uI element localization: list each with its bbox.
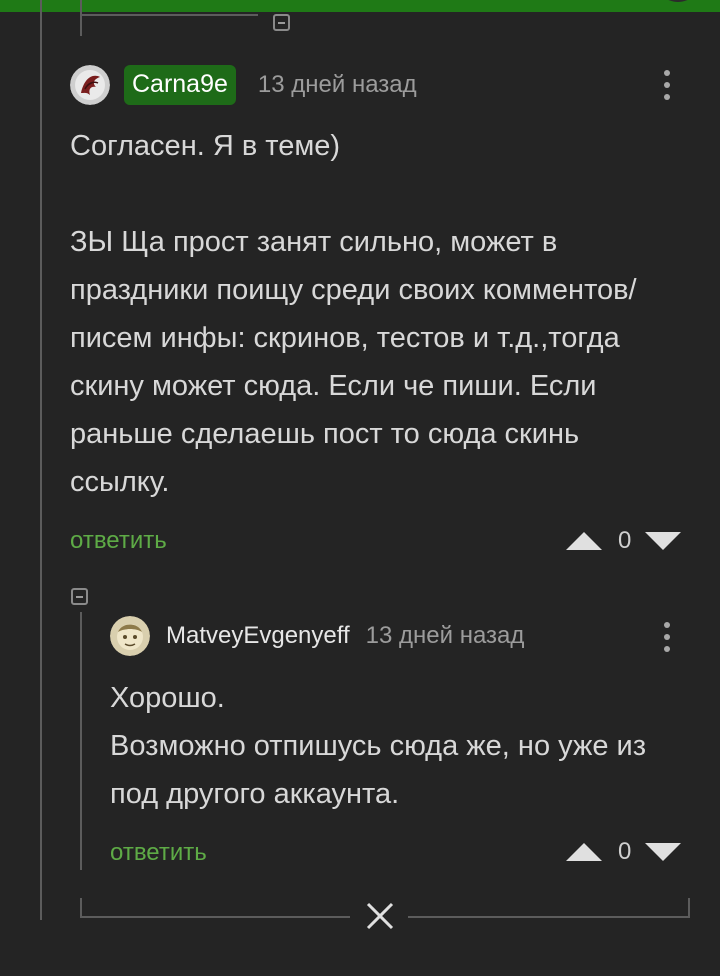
collapse-thread-button[interactable] — [273, 14, 290, 31]
more-options-icon[interactable] — [662, 622, 672, 658]
downvote-icon[interactable] — [645, 532, 682, 550]
thread-end-line-right-vertical — [688, 898, 690, 918]
downvote-icon[interactable] — [645, 843, 682, 861]
thread-end-line-right — [408, 916, 690, 918]
upvote-icon[interactable] — [566, 532, 602, 550]
thread-line-reply — [80, 612, 82, 870]
rating-count: 0 — [618, 527, 632, 554]
more-options-icon[interactable] — [662, 70, 672, 106]
top-bar — [0, 0, 720, 12]
avatar-image — [110, 616, 150, 656]
avatar[interactable] — [70, 65, 110, 105]
thread-end-line-left-vertical — [80, 898, 82, 918]
reply-button[interactable]: ответить — [110, 839, 207, 867]
comment-rating: 0 — [566, 837, 682, 867]
avatar-image — [70, 65, 110, 105]
rating-count: 0 — [618, 838, 632, 865]
close-thread-icon[interactable] — [360, 896, 400, 936]
thread-end-line-left — [80, 916, 350, 918]
comment-author[interactable]: MatveyEvgenyeff — [166, 622, 350, 650]
comment-rating: 0 — [566, 526, 682, 556]
comment-time[interactable]: 13 дней назад — [258, 71, 417, 99]
collapse-thread-button[interactable] — [71, 588, 88, 605]
upvote-icon[interactable] — [566, 843, 602, 861]
reply-button[interactable]: ответить — [70, 527, 167, 555]
comment-time[interactable]: 13 дней назад — [366, 622, 525, 650]
thread-line-parent-bottom — [80, 14, 258, 16]
comment-text: Согласен. Я в теме) ЗЫ Ща прост занят си… — [70, 130, 637, 498]
thread-line-outer — [40, 0, 42, 920]
avatar[interactable] — [110, 616, 150, 656]
comment-author[interactable]: Carna9e — [124, 65, 236, 105]
comment-header: Carna9e 13 дней назад — [70, 64, 417, 106]
thread-line-parent — [80, 0, 82, 36]
comment-header: MatveyEvgenyeff 13 дней назад — [110, 616, 524, 656]
comment-text: Хорошо. Возможно отпишусь сюда же, но уж… — [110, 682, 647, 810]
